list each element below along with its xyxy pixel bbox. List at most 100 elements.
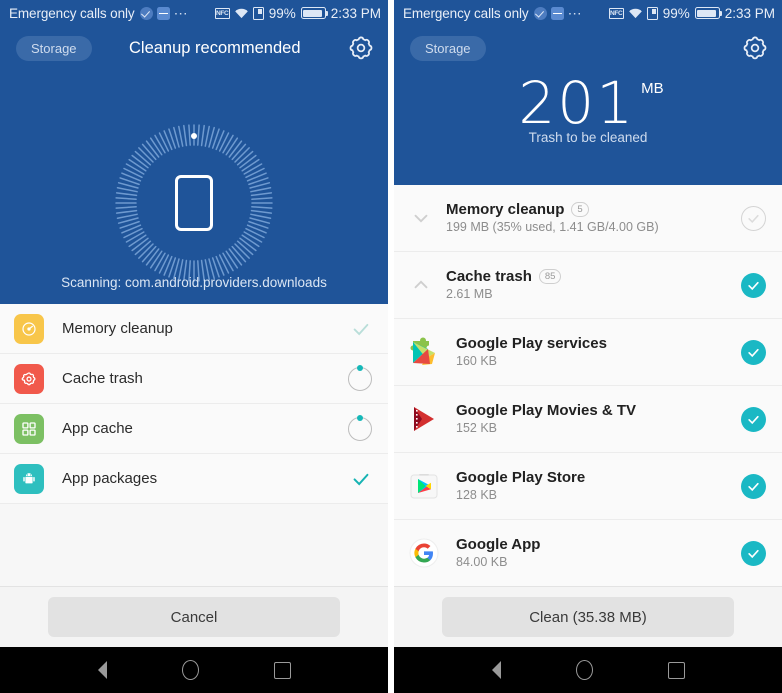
- checkbox-unchecked-icon[interactable]: [741, 205, 766, 231]
- gear-icon[interactable]: [348, 35, 374, 61]
- android-robot-icon: [14, 463, 44, 494]
- task-row[interactable]: App cache: [0, 404, 388, 454]
- trash-row[interactable]: Memory cleanup 5 199 MB (35% used, 1.41 GB…: [394, 185, 782, 252]
- checkbox-checked-icon[interactable]: [741, 339, 766, 365]
- wifi-icon: [234, 7, 249, 19]
- status-system-icons: NFC 99%: [214, 5, 329, 21]
- trash-row-title: Google Play Movies & TV: [456, 401, 637, 419]
- recents-square-icon[interactable]: [273, 661, 291, 679]
- trash-row-text: Google Play Store 128 KB: [456, 469, 741, 504]
- task-label: App cache: [62, 420, 133, 437]
- trash-row-title: Memory cleanup: [446, 200, 565, 218]
- trash-row-subtitle: 160 KB: [456, 353, 498, 368]
- back-triangle-icon[interactable]: [491, 661, 501, 679]
- chevron-up-icon[interactable]: [408, 274, 434, 296]
- right-footer: Clean (35.38 MB): [394, 586, 782, 647]
- clock-label: 2:33 PM: [724, 5, 775, 21]
- trash-row-title-wrap: Google Play Store: [456, 469, 741, 486]
- left-app-bar: Storage Cleanup recommended: [0, 26, 388, 70]
- trash-row[interactable]: Cache trash 85 2.61 MB: [394, 252, 782, 319]
- status-notification-icons: ⋯: [139, 5, 189, 21]
- trash-row-text: Google Play Movies & TV 152 KB: [456, 402, 741, 437]
- left-task-list: Memory cleanup Cache trash App cache App pa…: [0, 304, 388, 586]
- page-title: Cleanup recommended: [129, 38, 301, 57]
- recents-square-icon[interactable]: [667, 661, 685, 679]
- nfc-icon: NFC: [214, 7, 230, 19]
- nfc-icon: NFC: [608, 7, 624, 19]
- checkbox-checked-icon[interactable]: [741, 540, 766, 566]
- trash-row-title: Google Play Store: [456, 468, 586, 486]
- more-dots-icon: ⋯: [567, 5, 583, 21]
- scanning-dial-icon: [109, 118, 279, 288]
- status-check-faded-icon: [350, 318, 372, 340]
- more-dots-icon: ⋯: [173, 5, 189, 21]
- status-bar: Emergency calls only ⋯ NFC 99% 2:33 PM: [394, 0, 782, 26]
- task-row[interactable]: Memory cleanup: [0, 304, 388, 354]
- battery-percent: 99%: [268, 5, 296, 21]
- home-circle-icon[interactable]: [575, 660, 593, 680]
- gear-icon[interactable]: [742, 35, 768, 61]
- memory-icon: [14, 313, 44, 344]
- back-triangle-icon[interactable]: [97, 661, 107, 679]
- item-count-badge: 85: [538, 268, 562, 284]
- task-label: App packages: [62, 470, 158, 487]
- trash-row-subtitle: 128 KB: [456, 487, 498, 502]
- right-trash-list: Memory cleanup 5 199 MB (35% used, 1.41 GB…: [394, 185, 782, 586]
- status-system-icons: NFC 99%: [608, 5, 723, 21]
- clean-button[interactable]: Clean (35.38 MB): [442, 597, 734, 637]
- trash-row-title-wrap: Cache trash 85: [446, 268, 741, 285]
- item-count-badge: 5: [571, 201, 589, 217]
- trash-total-value: 201: [518, 69, 636, 137]
- checkbox-checked-icon[interactable]: [741, 473, 766, 499]
- left-hero-panel: Storage Cleanup recommended Scanning: co…: [0, 26, 388, 304]
- chevron-down-icon[interactable]: [408, 207, 434, 229]
- trash-row[interactable]: Google Play services 160 KB: [394, 319, 782, 386]
- scan-status-text: Scanning: com.android.providers.download…: [61, 275, 327, 290]
- check-circle-icon: [139, 6, 153, 20]
- pulse-icon: [156, 6, 170, 20]
- carrier-label: Emergency calls only: [403, 5, 529, 21]
- trash-row-title-wrap: Google Play services: [456, 335, 741, 352]
- trash-row-text: Cache trash 85 2.61 MB: [446, 268, 741, 303]
- check-circle-icon: [533, 6, 547, 20]
- google-play-store-icon: [408, 470, 440, 502]
- trash-row-title: Cache trash: [446, 267, 532, 285]
- android-nav-bar: [0, 647, 388, 693]
- trash-total-unit: MB: [641, 80, 664, 97]
- trash-row-subtitle: 2.61 MB: [446, 286, 493, 301]
- trash-row-title-wrap: Google Play Movies & TV: [456, 402, 741, 419]
- task-row[interactable]: Cache trash: [0, 354, 388, 404]
- task-label: Memory cleanup: [62, 320, 173, 337]
- trash-row-title: Google Play services: [456, 334, 607, 352]
- carrier-label: Emergency calls only: [9, 5, 135, 21]
- trash-row[interactable]: Google Play Movies & TV 152 KB: [394, 386, 782, 453]
- right-app-bar: Storage: [394, 26, 782, 70]
- left-footer: Cancel: [0, 586, 388, 647]
- checkbox-checked-icon[interactable]: [741, 406, 766, 432]
- trash-row-text: Google Play services 160 KB: [456, 335, 741, 370]
- battery-percent: 99%: [662, 5, 690, 21]
- scanning-spinner-icon: [348, 414, 372, 441]
- trash-row-subtitle: 84.00 KB: [456, 554, 508, 569]
- storage-pill-button[interactable]: Storage: [410, 35, 486, 61]
- google-play-movies-icon: [408, 403, 440, 435]
- status-check-icon: [350, 468, 372, 490]
- clock-label: 2:33 PM: [330, 5, 381, 21]
- task-row[interactable]: App packages: [0, 454, 388, 504]
- trash-row[interactable]: Google Play Store 128 KB: [394, 453, 782, 520]
- trash-total-caption: Trash to be cleaned: [528, 130, 648, 145]
- sim-card-icon: [252, 6, 264, 20]
- storage-pill-button[interactable]: Storage: [16, 35, 92, 61]
- checkbox-checked-icon[interactable]: [741, 272, 766, 298]
- cancel-button[interactable]: Cancel: [48, 597, 340, 637]
- trash-row-subtitle: 199 MB (35% used, 1.41 GB/4.00 GB): [446, 219, 659, 234]
- pulse-icon: [550, 6, 564, 20]
- status-notification-icons: ⋯: [533, 5, 583, 21]
- dual-screenshot-container: Emergency calls only ⋯ NFC 99% 2:33 PM S…: [0, 0, 782, 693]
- trash-row[interactable]: Google App 84.00 KB: [394, 520, 782, 586]
- home-circle-icon[interactable]: [181, 660, 199, 680]
- google-play-services-icon: [408, 336, 440, 368]
- trash-row-subtitle: 152 KB: [456, 420, 498, 435]
- left-phone-screen: Emergency calls only ⋯ NFC 99% 2:33 PM S…: [0, 0, 388, 693]
- task-label: Cache trash: [62, 370, 143, 387]
